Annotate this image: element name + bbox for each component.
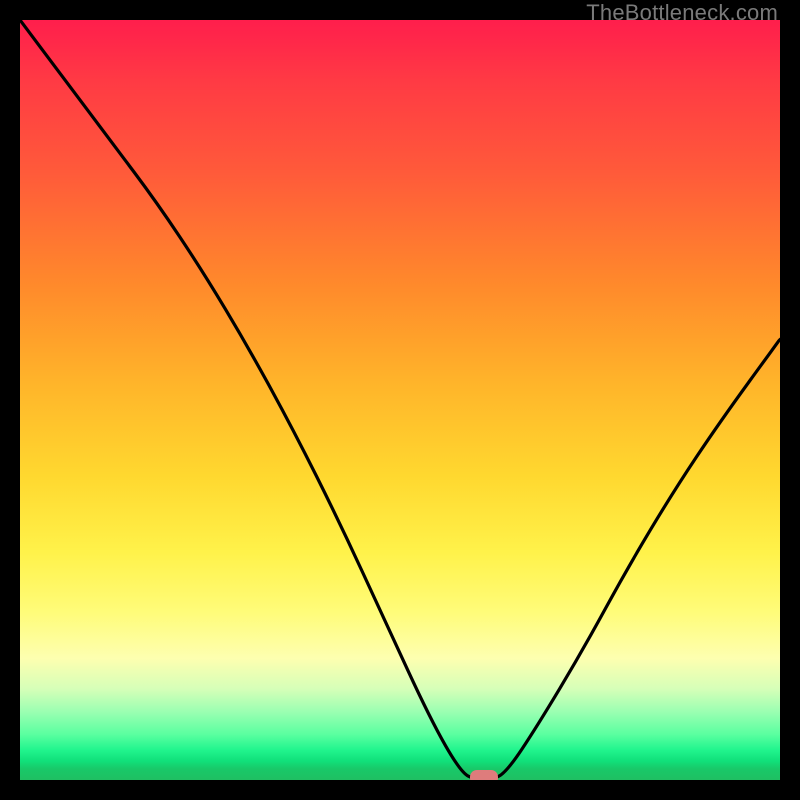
optimal-marker: [470, 770, 498, 780]
curve-svg: [20, 20, 780, 780]
plot-area: [20, 20, 780, 780]
bottleneck-curve: [20, 20, 780, 780]
watermark-text: TheBottleneck.com: [586, 0, 778, 26]
chart-frame: TheBottleneck.com: [0, 0, 800, 800]
